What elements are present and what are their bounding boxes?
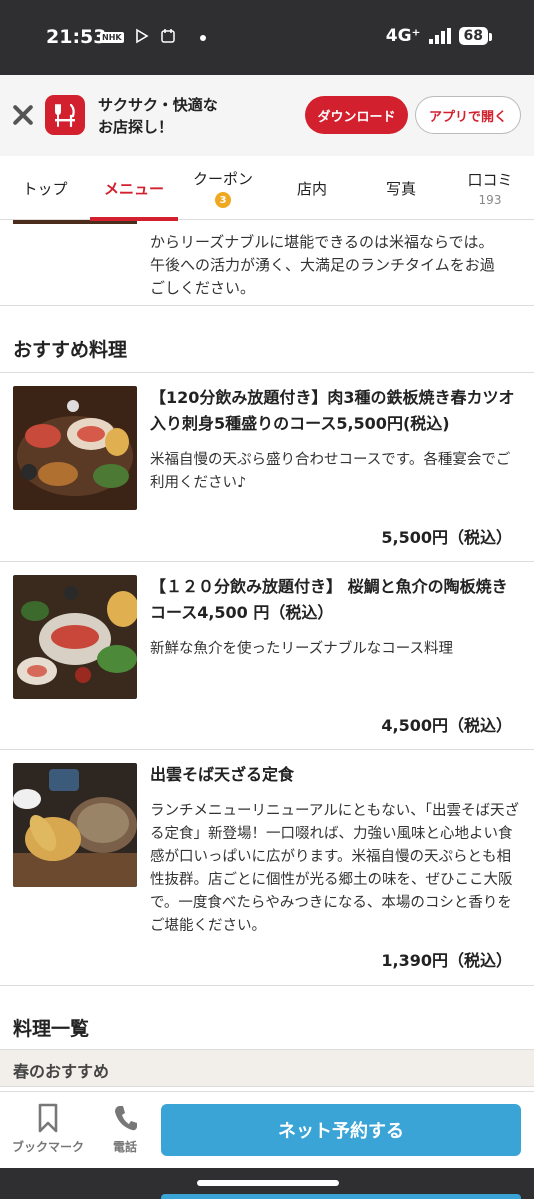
download-button[interactable]: ダウンロード: [305, 96, 408, 134]
category-label: 春のおすすめ: [13, 1062, 110, 1081]
tab-interior[interactable]: 店内: [268, 156, 356, 220]
section-title: 料理一覧: [13, 1018, 90, 1040]
network-type: 4G⁺: [385, 26, 421, 46]
menu-list-section: 料理一覧: [0, 985, 534, 1049]
tab-photos[interactable]: 写真: [356, 156, 446, 220]
course-title[interactable]: 出雲そば天ざる定食: [150, 762, 522, 788]
course-title[interactable]: 【１２０分飲み放題付き】 桜鯛と魚介の陶板焼きコース4,500 円（税込）: [150, 574, 522, 626]
open-in-app-button[interactable]: アプリで開く: [415, 96, 521, 134]
tab-top[interactable]: トップ: [0, 156, 90, 220]
nhk-icon: NHK: [100, 32, 124, 43]
app-logo: [45, 95, 85, 135]
course-description: 米福自慢の天ぷら盛り合わせコースです。各種宴会でご利用ください♪: [150, 452, 511, 491]
shop-intro: からリーズナブルに堪能できるのは米福ならでは。 午後への活力が湧く、大満足のラン…: [0, 220, 534, 306]
tab-coupon[interactable]: クーポン 3: [178, 156, 268, 220]
course-price: 1,390円（税込）: [381, 951, 512, 970]
fork-knife-icon: [55, 103, 75, 128]
bookmark-button[interactable]: ブックマーク: [12, 1102, 84, 1155]
app-download-banner: サクサク・快適な お店探し！ ダウンロード アプリで開く: [0, 75, 534, 156]
play-store-icon: [134, 28, 150, 47]
phone-button[interactable]: 電話: [110, 1102, 140, 1155]
course-image[interactable]: [13, 763, 137, 887]
battery-icon: 68: [458, 27, 493, 45]
signal-icon: [428, 28, 451, 44]
status-time: 21:53: [46, 26, 107, 48]
course-item[interactable]: 出雲そば天ざる定食 ランチメニューリニューアルにともない、「出雲そば天ざる定食」…: [0, 749, 534, 984]
course-item[interactable]: 【１２０分飲み放題付き】 桜鯛と魚介の陶板焼きコース4,500 円（税込） 新鮮…: [0, 561, 534, 749]
shop-tabs: トップ メニュー クーポン 3 店内 写真 口コミ 193: [0, 156, 534, 221]
course-item[interactable]: 【120分飲み放題付き】肉3種の鉄板焼き春カツオ入り刺身5種盛りのコース5,50…: [0, 372, 534, 561]
online-reservation-button[interactable]: ネット予約する: [161, 1104, 521, 1156]
close-icon[interactable]: [11, 103, 35, 127]
course-image[interactable]: [13, 386, 137, 510]
status-bar: 21:53 NHK 4G⁺ 68: [0, 0, 534, 75]
bookmark-icon: [38, 1103, 58, 1133]
banner-tagline: サクサク・快適な お店探し！: [98, 96, 218, 136]
course-image[interactable]: [13, 575, 137, 699]
course-title[interactable]: 【120分飲み放題付き】肉3種の鉄板焼き春カツオ入り刺身5種盛りのコース5,50…: [150, 385, 522, 437]
coupon-count-badge: 3: [215, 192, 231, 208]
review-count: 193: [478, 193, 502, 207]
calendar-icon: [160, 28, 176, 47]
system-nav-area: [0, 1168, 534, 1199]
course-price: 4,500円（税込）: [381, 716, 512, 735]
bottom-action-bar: ブックマーク 電話 ネット予約する: [0, 1091, 534, 1168]
tab-menu[interactable]: メニュー: [90, 156, 178, 221]
course-description: ランチメニューリニューアルにともない、「出雲そば天ざる定食」新登場！一口啜れば、…: [150, 803, 520, 934]
section-title: おすすめ料理: [13, 339, 128, 361]
phone-icon: [115, 1106, 137, 1131]
recommended-section: おすすめ料理: [0, 307, 534, 371]
menu-category[interactable]: 春のおすすめ: [0, 1049, 534, 1087]
gesture-handle[interactable]: [197, 1180, 339, 1186]
tab-reviews[interactable]: 口コミ 193: [446, 156, 534, 220]
course-description: 新鮮な魚介を使ったリーズナブルなコース料理: [150, 641, 454, 657]
notification-dot-icon: [199, 34, 206, 41]
course-price: 5,500円（税込）: [381, 528, 512, 547]
